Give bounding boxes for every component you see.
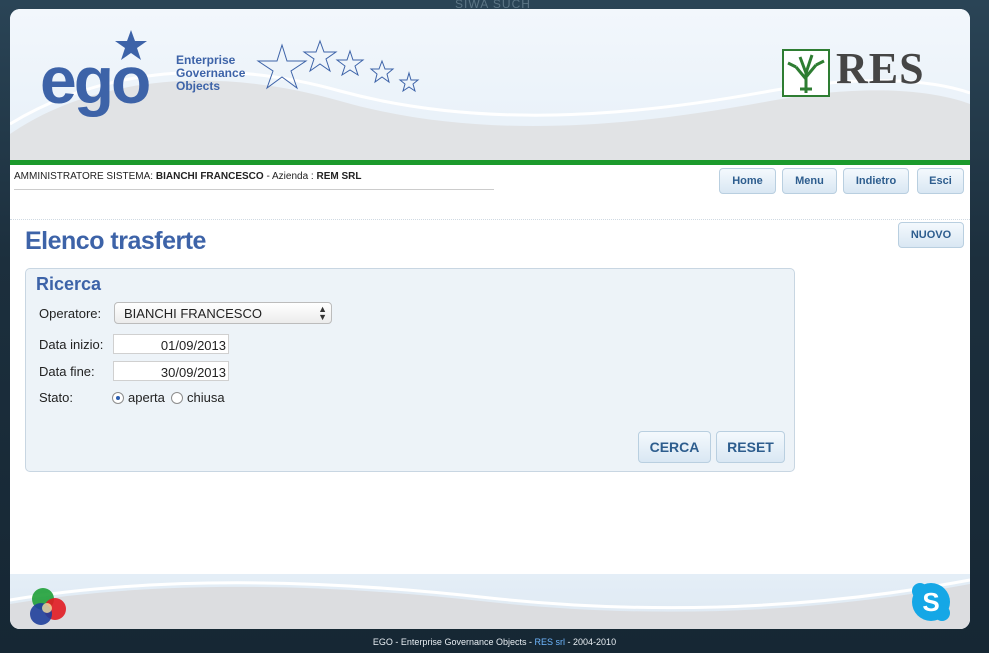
new-button[interactable]: NUOVO bbox=[898, 222, 964, 248]
page-title: Elenco trasferte bbox=[25, 227, 206, 255]
stars-decoration-icon bbox=[256, 39, 420, 93]
header: ego Enterprise Governance Objects RES bbox=[10, 9, 970, 161]
search-panel: Ricerca Operatore: BIANCHI FRANCESCO ▲ ▼ … bbox=[25, 268, 795, 472]
end-date-label: Data fine: bbox=[39, 364, 95, 379]
updown-arrows-icon: ▲ ▼ bbox=[318, 304, 327, 322]
reset-button[interactable]: RESET bbox=[716, 431, 785, 463]
header-accent-bar bbox=[10, 160, 970, 165]
status-radio-chiusa[interactable] bbox=[171, 392, 183, 404]
status-option-chiusa[interactable]: chiusa bbox=[187, 390, 225, 405]
start-date-label: Data inizio: bbox=[39, 337, 104, 352]
search-button[interactable]: CERCA bbox=[638, 431, 711, 463]
status-radio-aperta[interactable] bbox=[112, 392, 124, 404]
status-option-aperta[interactable]: aperta bbox=[128, 390, 165, 405]
company-label: - Azienda : bbox=[266, 171, 314, 182]
skype-icon[interactable]: S bbox=[909, 580, 953, 624]
operator-select-value: BIANCHI FRANCESCO bbox=[124, 306, 262, 321]
user-info-bar: AMMINISTRATORE SISTEMA: BIANCHI FRANCESC… bbox=[14, 171, 494, 190]
tagline-line-3: Objects bbox=[176, 79, 221, 93]
start-date-input[interactable] bbox=[113, 334, 229, 354]
search-panel-title: Ricerca bbox=[36, 274, 102, 294]
res-logo-text: RES bbox=[836, 44, 925, 93]
operator-select[interactable]: BIANCHI FRANCESCO ▲ ▼ bbox=[114, 302, 332, 324]
app-window: ego Enterprise Governance Objects RES AM bbox=[10, 9, 970, 629]
rgb-circles-icon bbox=[30, 588, 66, 625]
logo-tagline: Enterprise Governance Objects bbox=[176, 54, 245, 93]
footer: S bbox=[10, 574, 970, 629]
end-date-input[interactable] bbox=[113, 361, 229, 381]
content-separator bbox=[10, 219, 970, 220]
user-name: BIANCHI FRANCESCO bbox=[155, 171, 264, 182]
menu-button[interactable]: Menu bbox=[782, 168, 837, 194]
exit-button[interactable]: Esci bbox=[917, 168, 964, 194]
copyright-suffix: - 2004-2010 bbox=[567, 637, 617, 647]
svg-text:S: S bbox=[922, 587, 939, 617]
operator-label: Operatore: bbox=[39, 306, 102, 321]
company-name: REM SRL bbox=[316, 171, 362, 182]
logo-star-icon bbox=[115, 30, 147, 60]
res-srl-link[interactable]: RES srl bbox=[535, 637, 566, 647]
footer-swoosh bbox=[10, 578, 970, 629]
status-label: Stato: bbox=[39, 390, 73, 405]
res-tree-logo-icon bbox=[782, 49, 830, 97]
back-button[interactable]: Indietro bbox=[843, 168, 909, 194]
copyright-line: EGO - Enterprise Governance Objects - RE… bbox=[0, 637, 989, 647]
copyright-prefix: EGO - Enterprise Governance Objects - bbox=[372, 637, 532, 647]
user-role: AMMINISTRATORE SISTEMA: bbox=[14, 171, 154, 182]
home-button[interactable]: Home bbox=[719, 168, 776, 194]
